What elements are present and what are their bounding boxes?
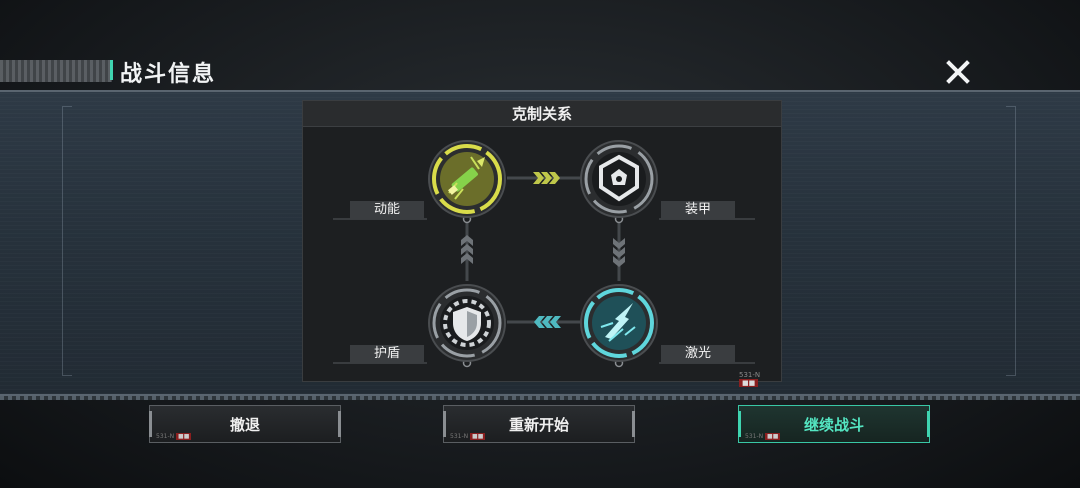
shield-icon xyxy=(428,284,506,362)
retreat-button[interactable]: 撤退 531-N ■■ xyxy=(149,405,341,443)
top-header: 战斗信息 xyxy=(0,56,1080,87)
retreat-button-tag: ■■ xyxy=(176,433,192,440)
header-accent-bar xyxy=(110,60,113,80)
continue-battle-button-code: 531-N xyxy=(745,433,764,440)
node-label-kinetic: 动能 xyxy=(350,201,424,219)
restart-button[interactable]: 重新开始 531-N ■■ xyxy=(443,405,635,443)
panel-bracket-left xyxy=(62,106,72,376)
node-armor xyxy=(579,139,659,219)
missile-icon xyxy=(428,140,506,218)
continue-battle-button-tag: ■■ xyxy=(765,433,781,440)
continue-battle-button-meta: 531-N ■■ xyxy=(745,433,781,440)
node-kinetic xyxy=(427,139,507,219)
card-footer-code-text: 531-N xyxy=(739,371,761,379)
relationship-connectors xyxy=(333,172,755,368)
laser-burst-icon xyxy=(580,284,658,362)
armor-core-icon xyxy=(580,140,658,218)
header-stripe-decoration xyxy=(0,60,112,82)
node-label-shield: 护盾 xyxy=(350,345,424,363)
panel-bottom-strip xyxy=(0,396,1080,400)
restart-button-tag: ■■ xyxy=(470,433,486,440)
restart-button-code: 531-N xyxy=(450,433,469,440)
retreat-button-meta: 531-N ■■ xyxy=(156,433,192,440)
continue-battle-button[interactable]: 继续战斗 531-N ■■ xyxy=(738,405,930,443)
card-footer-tag: ■■ xyxy=(739,379,759,387)
page-title: 战斗信息 xyxy=(120,62,217,87)
node-laser xyxy=(579,283,659,363)
card-footer-code: 531-N ■■ xyxy=(739,371,781,387)
node-shield xyxy=(427,283,507,363)
panel-bracket-right xyxy=(1006,106,1016,376)
retreat-button-code: 531-N xyxy=(156,433,175,440)
close-icon[interactable] xyxy=(946,60,970,84)
node-label-laser: 激光 xyxy=(661,345,735,363)
restart-button-meta: 531-N ■■ xyxy=(450,433,486,440)
node-label-armor: 装甲 xyxy=(661,201,735,219)
counter-relationship-card: 克制关系 动能 装甲 护盾 激光 531-N ■■ xyxy=(302,100,782,387)
